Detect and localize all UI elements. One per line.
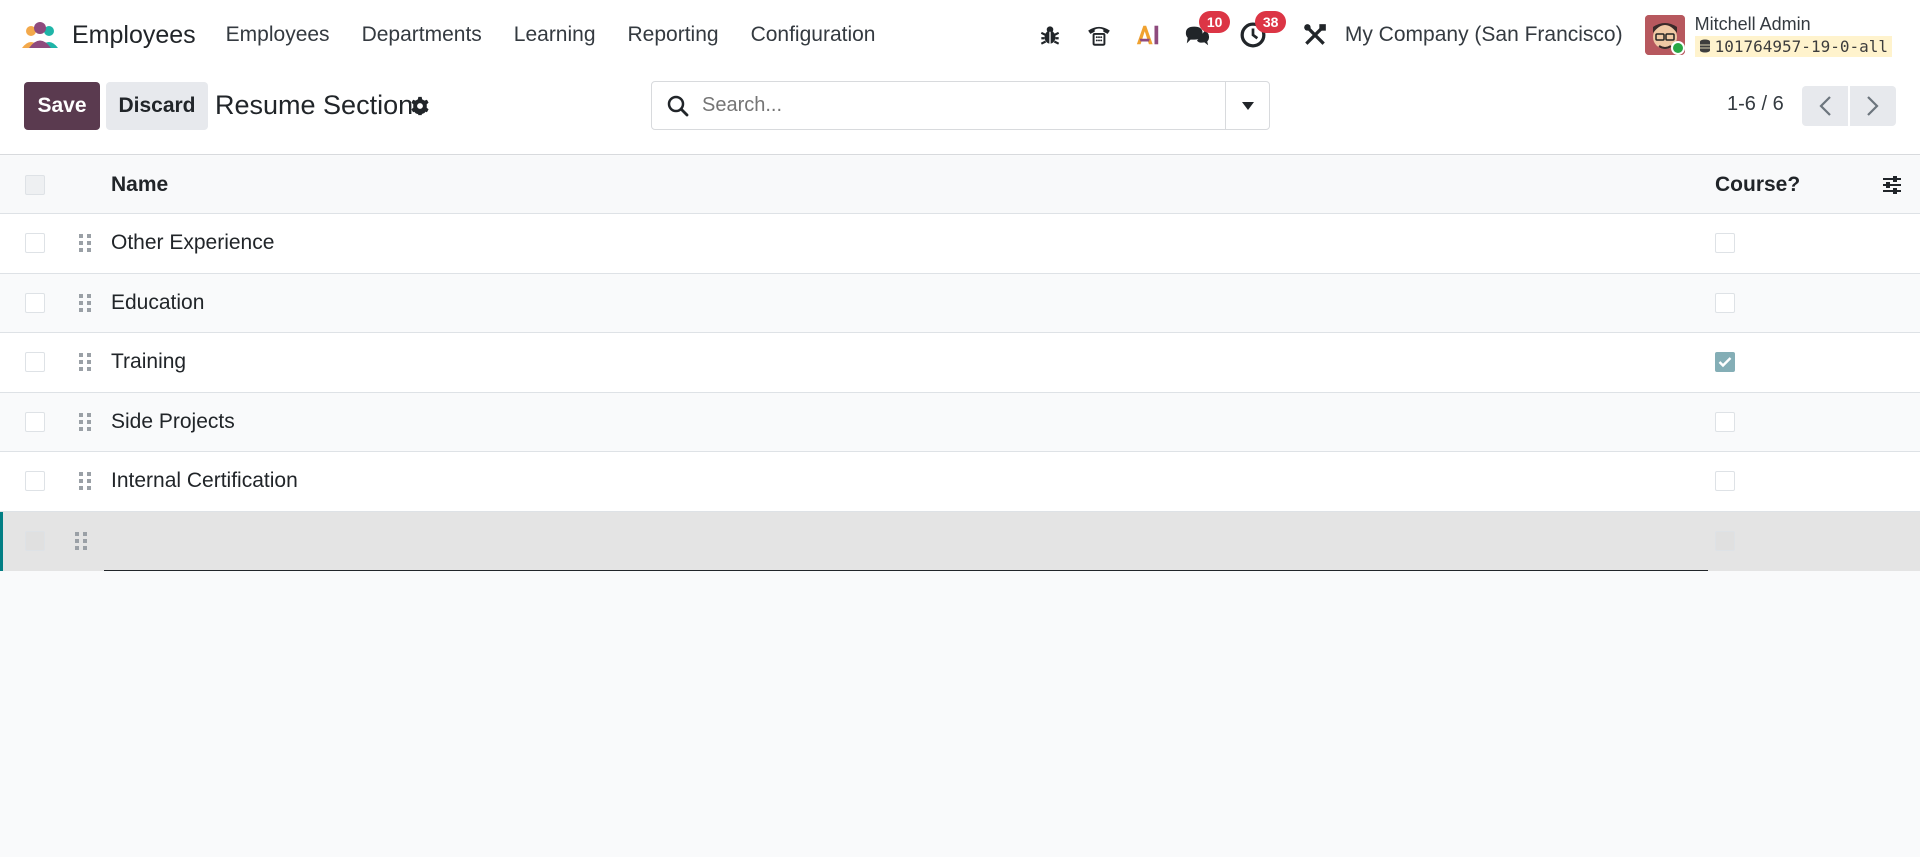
- table-row[interactable]: Education: [0, 273, 1920, 333]
- cell-name[interactable]: Side Projects: [111, 410, 235, 434]
- select-all-checkbox[interactable]: [25, 174, 45, 195]
- caret-down-icon: [1241, 101, 1254, 110]
- main-menu: Employees Departments Learning Reporting…: [226, 23, 908, 47]
- cell-course: [1715, 233, 1735, 254]
- new-record-row[interactable]: [0, 511, 1920, 571]
- drag-handle-icon[interactable]: [78, 412, 92, 432]
- pager-next-button[interactable]: [1850, 86, 1896, 126]
- menu-configuration[interactable]: Configuration: [751, 23, 876, 47]
- row-select-checkbox[interactable]: [25, 352, 45, 373]
- pager-previous-button[interactable]: [1802, 86, 1848, 126]
- company-switcher[interactable]: My Company (San Francisco): [1345, 23, 1623, 47]
- course-checkbox-checked[interactable]: [1715, 352, 1735, 373]
- list-header: Name Course?: [0, 156, 1920, 214]
- cell-course: [1715, 471, 1735, 492]
- pager-value[interactable]: 1-6 / 6: [1727, 93, 1784, 116]
- cell-name[interactable]: Other Experience: [111, 231, 274, 255]
- table-row[interactable]: Internal Certification: [0, 452, 1920, 512]
- column-header-name[interactable]: Name: [111, 173, 168, 197]
- drag-handle-icon[interactable]: [78, 471, 92, 491]
- checkmark-icon: [1718, 357, 1732, 368]
- systray: 10 38 My Company (San Francisco) Mitchel…: [1034, 0, 1920, 70]
- messages-count-badge: 10: [1198, 11, 1231, 33]
- top-navbar: Employees Employees Departments Learning…: [0, 0, 1920, 70]
- messages-icon[interactable]: 10: [1181, 11, 1231, 51]
- resume-sections-list: Name Course? Other Experience Education …: [0, 156, 1920, 571]
- table-row[interactable]: Side Projects: [0, 392, 1920, 452]
- search-icon: [667, 95, 689, 116]
- cell-course: [1715, 531, 1735, 552]
- cell-name[interactable]: Education: [111, 291, 204, 315]
- row-select-checkbox[interactable]: [25, 411, 45, 432]
- table-row[interactable]: Other Experience: [0, 214, 1920, 274]
- control-panel: Save Discard Resume Sections 1-6 / 6: [0, 70, 1920, 155]
- phone-icon[interactable]: [1083, 19, 1115, 51]
- row-select-checkbox[interactable]: [25, 292, 45, 313]
- cell-course: [1715, 411, 1735, 432]
- column-header-course[interactable]: Course?: [1715, 173, 1800, 197]
- user-menu[interactable]: Mitchell Admin 101764957-19-0-all: [1694, 13, 1892, 57]
- menu-employees[interactable]: Employees: [226, 23, 330, 47]
- table-row[interactable]: Training: [0, 333, 1920, 393]
- cell-name[interactable]: Training: [111, 350, 186, 374]
- course-checkbox[interactable]: [1715, 531, 1735, 552]
- debug-bug-icon[interactable]: [1034, 19, 1066, 51]
- row-select-checkbox[interactable]: [25, 531, 45, 552]
- menu-reporting[interactable]: Reporting: [628, 23, 719, 47]
- course-checkbox[interactable]: [1715, 233, 1735, 254]
- cell-course: [1715, 292, 1735, 313]
- discard-button[interactable]: Discard: [106, 82, 208, 130]
- drag-handle-icon[interactable]: [74, 531, 88, 551]
- database-name: 101764957-19-0-all: [1714, 36, 1888, 56]
- database-tag: 101764957-19-0-all: [1694, 35, 1892, 57]
- search-options-toggle[interactable]: [1225, 82, 1269, 129]
- name-input-underline: [104, 570, 1708, 571]
- course-checkbox[interactable]: [1715, 292, 1735, 313]
- chevron-left-icon: [1819, 96, 1831, 116]
- settings-tools-icon[interactable]: [1299, 19, 1331, 51]
- page-title: Resume Sections: [215, 90, 427, 120]
- cell-course: [1715, 352, 1735, 373]
- save-button[interactable]: Save: [24, 82, 100, 130]
- row-select-checkbox[interactable]: [25, 233, 45, 254]
- activities-count-badge: 38: [1254, 11, 1287, 33]
- cell-name[interactable]: Internal Certification: [111, 469, 298, 493]
- ai-icon[interactable]: [1132, 19, 1164, 51]
- course-checkbox[interactable]: [1715, 471, 1735, 492]
- activities-clock-icon[interactable]: 38: [1237, 11, 1287, 51]
- gear-icon[interactable]: [410, 96, 430, 116]
- employees-app-icon: [22, 22, 58, 48]
- online-status-dot: [1670, 41, 1685, 55]
- user-avatar[interactable]: [1644, 15, 1685, 55]
- menu-learning[interactable]: Learning: [514, 23, 596, 47]
- menu-departments[interactable]: Departments: [362, 23, 482, 47]
- course-checkbox[interactable]: [1715, 411, 1735, 432]
- drag-handle-icon[interactable]: [78, 352, 92, 372]
- drag-handle-icon[interactable]: [78, 293, 92, 313]
- chevron-right-icon: [1867, 96, 1879, 116]
- app-brand[interactable]: Employees: [20, 20, 196, 50]
- row-select-checkbox[interactable]: [25, 471, 45, 492]
- app-name: Employees: [72, 20, 196, 49]
- database-icon: [1699, 39, 1710, 53]
- search-input[interactable]: [702, 94, 1222, 117]
- user-name: Mitchell Admin: [1694, 13, 1811, 34]
- optional-columns-sliders-icon[interactable]: [1881, 174, 1903, 196]
- drag-handle-icon[interactable]: [78, 233, 92, 253]
- search-bar: [651, 81, 1270, 130]
